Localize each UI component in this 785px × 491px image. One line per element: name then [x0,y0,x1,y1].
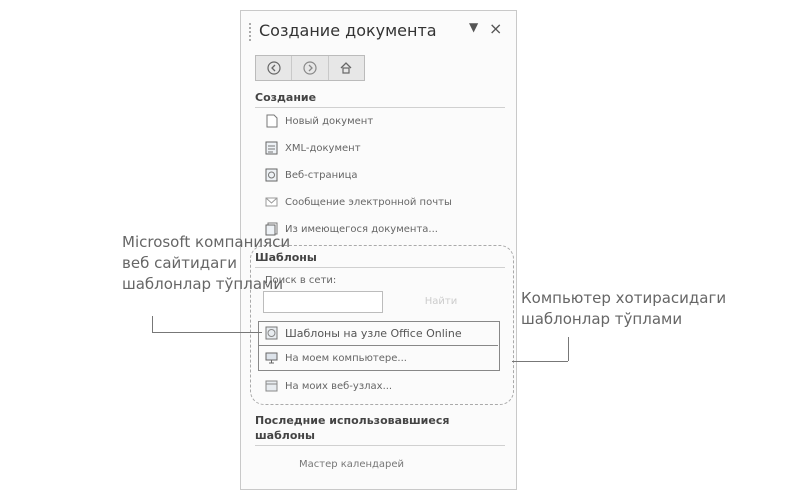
new-web-page-link[interactable]: Веб-страница [265,165,358,185]
callout-right-text: Компьютер хотирасидаги шаблонлар тўплами [521,288,726,330]
blank-document-icon [265,114,278,129]
link-label: Веб-страница [285,169,358,181]
callout-left-text: Microsoft компанияси веб сайтидаги шабло… [122,232,290,295]
forward-icon [303,61,317,75]
leader-line [152,316,153,332]
home-button[interactable] [329,56,364,80]
recent-template-link[interactable]: Мастер календарей [299,459,404,470]
new-xml-document-link[interactable]: XML-документ [265,138,361,158]
from-existing-document-link[interactable]: Из имеющегося документа... [265,219,438,239]
forward-button[interactable] [292,56,329,80]
back-icon [267,61,281,75]
task-pane-titlebar: Создание документа ▼ × [241,11,516,55]
recent-templates-title: Последние использовавшиеся шаблоны [255,414,450,442]
link-label: XML-документ [285,142,361,154]
divider [255,445,505,446]
leader-line [512,361,568,362]
create-section-title: Создание [255,91,317,104]
callout-line: шаблонлар тўплами [122,275,284,293]
task-pane-title: Создание документа [259,21,437,40]
link-label: Сообщение электронной почты [285,196,452,208]
link-label: Новый документ [285,115,374,127]
back-button[interactable] [256,56,293,80]
grip-handle[interactable] [249,23,253,41]
callout-line: веб сайтидаги [122,254,237,272]
leader-line [152,332,262,333]
chevron-down-icon[interactable]: ▼ [469,20,478,34]
email-icon [265,195,278,210]
leader-line [568,337,569,361]
callout-line: Microsoft компанияси [122,233,291,251]
new-blank-document-link[interactable]: Новый документ [265,111,373,131]
xml-document-icon [265,141,278,156]
callout-line: Компьютер хотирасидаги [521,289,727,307]
home-icon [340,62,352,74]
task-pane-nav [255,55,365,81]
close-icon[interactable]: × [489,19,502,38]
new-email-message-link[interactable]: Сообщение электронной почты [265,192,452,212]
divider [255,107,505,108]
callout-line: шаблонлар тўплами [521,310,683,328]
web-page-icon [265,168,278,183]
link-label: Из имеющегося документа... [285,223,438,235]
